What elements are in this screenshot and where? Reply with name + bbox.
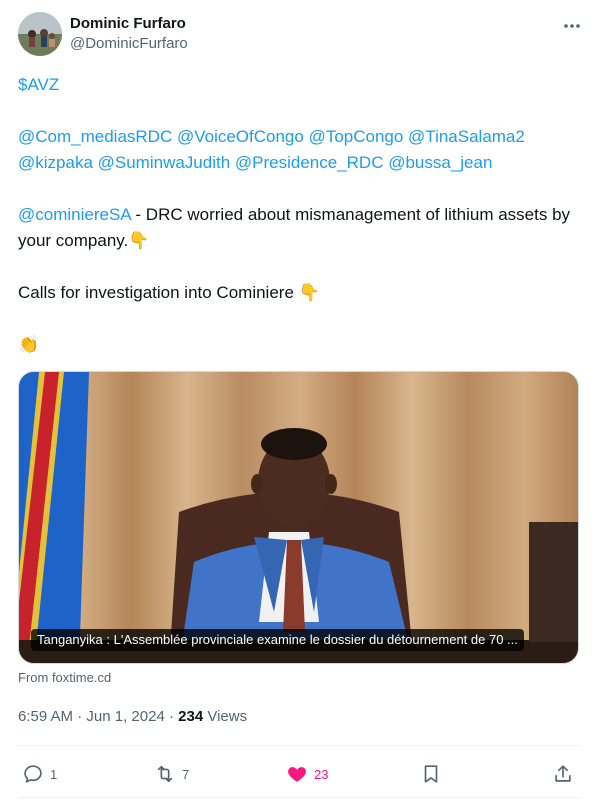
video-caption: Tanganyika : L'Assemblée provinciale exa… xyxy=(31,629,524,651)
cashtag-link[interactable]: $AVZ xyxy=(18,75,59,94)
tweet-header: Dominic Furfaro @DominicFurfaro xyxy=(18,12,582,60)
divider xyxy=(18,745,580,746)
heart-icon xyxy=(288,767,306,782)
video-media[interactable]: Tanganyika : L'Assemblée provinciale exa… xyxy=(18,371,579,664)
reply-count: 1 xyxy=(50,766,58,782)
views-count: 234 xyxy=(178,708,204,725)
tweet-date[interactable]: Jun 1, 2024 xyxy=(86,708,164,725)
avatar[interactable] xyxy=(18,12,62,56)
point-down-emoji-icon: 👇 xyxy=(298,283,320,302)
mentions-link-line1[interactable]: @Com_mediasRDC @VoiceOfCongo @TopCongo @… xyxy=(18,127,525,146)
more-options-icon[interactable] xyxy=(562,16,582,36)
share-icon xyxy=(555,765,571,782)
author-handle[interactable]: @DominicFurfaro xyxy=(70,34,188,54)
tweet-meta: 6:59 AM · Jun 1, 2024 · 234 Views xyxy=(18,707,247,727)
divider xyxy=(18,797,580,798)
views-label: Views xyxy=(203,708,248,725)
tweet-time[interactable]: 6:59 AM xyxy=(18,708,73,725)
reply-button[interactable]: 1 xyxy=(22,759,57,789)
share-button[interactable] xyxy=(552,759,580,789)
repost-button[interactable]: 7 xyxy=(154,759,189,789)
like-count: 23 xyxy=(314,766,329,782)
tweet-text: $AVZ @Com_mediasRDC @VoiceOfCongo @TopCo… xyxy=(18,72,583,358)
source-link[interactable]: From foxtime.cd xyxy=(18,670,111,685)
clap-emoji-icon: 👏 xyxy=(18,335,40,354)
calls-text: Calls for investigation into Cominiere xyxy=(18,283,299,302)
author-display-name[interactable]: Dominic Furfaro xyxy=(70,14,188,34)
like-button[interactable]: 23 xyxy=(286,759,328,789)
bookmark-icon xyxy=(424,765,438,783)
repost-count: 7 xyxy=(182,766,190,782)
meta-separator: · xyxy=(164,708,179,725)
reply-icon xyxy=(24,765,42,783)
video-thumbnail xyxy=(19,372,578,663)
reply-mention-link[interactable]: @cominiereSA xyxy=(18,205,131,224)
mentions-link-line2[interactable]: @kizpaka @SuminwaJudith @Presidence_RDC … xyxy=(18,153,492,172)
meta-separator: · xyxy=(73,708,87,725)
repost-icon xyxy=(157,765,173,783)
bookmark-button[interactable] xyxy=(420,759,448,789)
action-bar: 1 7 23 xyxy=(18,759,580,789)
point-down-emoji-icon: 👇 xyxy=(128,231,150,250)
